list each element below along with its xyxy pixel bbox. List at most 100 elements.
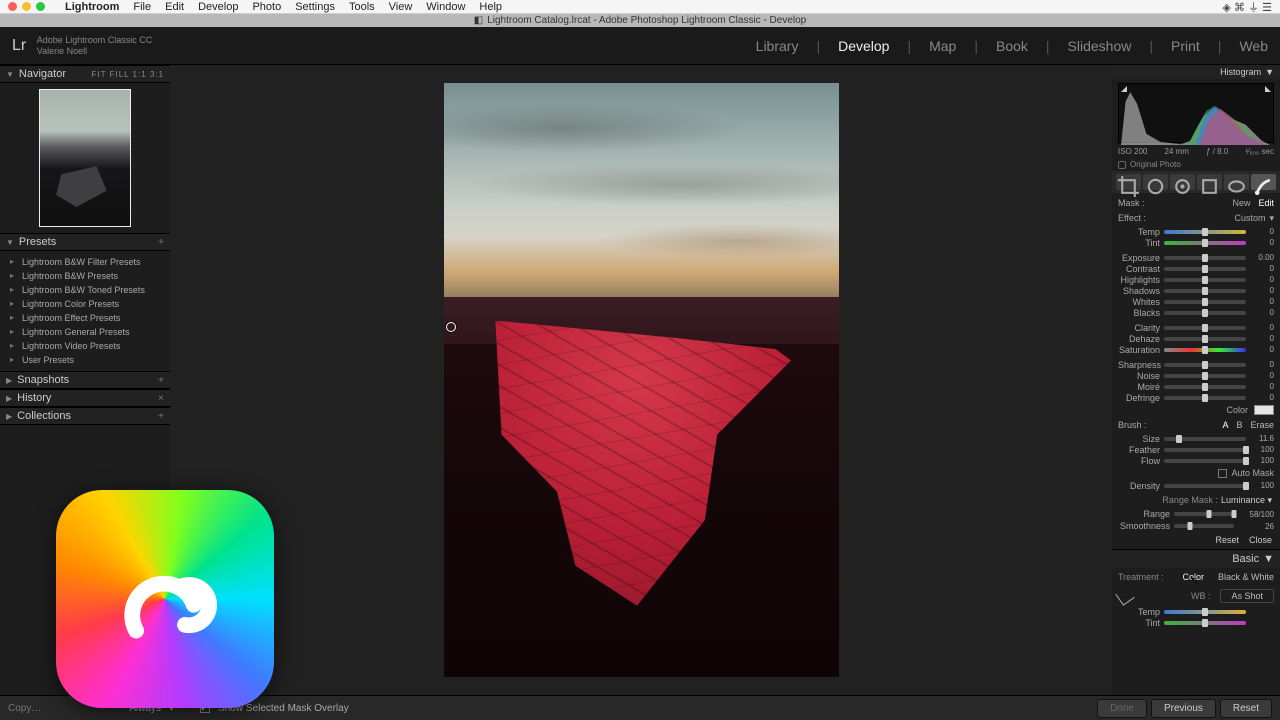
brush-tool-icon[interactable] xyxy=(1251,174,1276,190)
mask-edit[interactable]: Edit xyxy=(1258,198,1274,208)
traffic-min-icon[interactable] xyxy=(22,2,31,11)
traffic-close-icon[interactable] xyxy=(8,2,17,11)
slider-shadows[interactable] xyxy=(1164,289,1246,293)
menu-tools[interactable]: Tools xyxy=(349,1,375,13)
brush-size-slider[interactable] xyxy=(1164,437,1246,441)
original-photo-toggle[interactable]: Original Photo xyxy=(1112,158,1280,171)
module-library[interactable]: Library xyxy=(756,38,799,54)
slider-dehaze[interactable] xyxy=(1164,337,1246,341)
slider-clarity[interactable] xyxy=(1164,326,1246,330)
reset-button[interactable]: Reset xyxy=(1220,699,1272,718)
effect-value[interactable]: Custom xyxy=(1234,213,1265,224)
spot-tool-icon[interactable] xyxy=(1143,174,1168,190)
treatment-bw[interactable]: Black & White xyxy=(1218,572,1274,582)
module-web[interactable]: Web xyxy=(1239,38,1268,54)
navigator-thumbnail[interactable] xyxy=(39,89,131,227)
copy-button[interactable]: Copy… xyxy=(8,703,41,714)
slider-highlights[interactable] xyxy=(1164,278,1246,282)
product-name: Adobe Lightroom Classic CC xyxy=(37,35,153,46)
module-map[interactable]: Map xyxy=(929,38,956,54)
range-mask-smooth-slider[interactable] xyxy=(1174,524,1234,528)
preset-folder[interactable]: Lightroom B&W Filter Presets xyxy=(0,255,170,269)
preset-folder[interactable]: Lightroom B&W Toned Presets xyxy=(0,283,170,297)
menu-develop[interactable]: Develop xyxy=(198,1,238,13)
color-swatch-icon[interactable] xyxy=(1254,405,1274,415)
slider-moiré[interactable] xyxy=(1164,385,1246,389)
preset-folder[interactable]: User Presets xyxy=(0,353,170,367)
basic-panel-header[interactable]: Basic ▼ xyxy=(1112,549,1280,568)
hist-focal: 24 mm xyxy=(1164,147,1188,156)
brush-tab-b[interactable]: B xyxy=(1236,420,1242,430)
redeye-tool-icon[interactable] xyxy=(1170,174,1195,190)
slider-blacks[interactable] xyxy=(1164,311,1246,315)
preset-folder[interactable]: Lightroom Effect Presets xyxy=(0,311,170,325)
preset-folder[interactable]: Lightroom Color Presets xyxy=(0,297,170,311)
slider-tint[interactable] xyxy=(1164,241,1246,245)
menu-window[interactable]: Window xyxy=(426,1,465,13)
brush-tab-erase[interactable]: Erase xyxy=(1250,420,1274,430)
radial-tool-icon[interactable] xyxy=(1224,174,1249,190)
brush-pin-icon[interactable] xyxy=(446,322,456,332)
preset-list[interactable]: Lightroom B&W Filter PresetsLightroom B&… xyxy=(0,251,170,371)
brush-density-slider[interactable] xyxy=(1164,484,1246,488)
slider-contrast[interactable] xyxy=(1164,267,1246,271)
preset-folder[interactable]: Lightroom General Presets xyxy=(0,325,170,339)
done-button[interactable]: Done xyxy=(1097,699,1147,718)
menu-view[interactable]: View xyxy=(389,1,413,13)
treatment-color[interactable]: Color xyxy=(1182,572,1204,582)
menubar-app[interactable]: Lightroom xyxy=(65,1,119,13)
brush-color[interactable]: Color xyxy=(1112,403,1280,417)
previous-button[interactable]: Previous xyxy=(1151,699,1216,718)
menu-photo[interactable]: Photo xyxy=(252,1,281,13)
slider-temp[interactable] xyxy=(1164,230,1246,234)
mask-new[interactable]: New xyxy=(1232,198,1250,208)
navigator-sizes[interactable]: FIT FILL 1:1 3:1 xyxy=(92,70,164,79)
brush-feather-slider[interactable] xyxy=(1164,448,1246,452)
slider-exposure[interactable] xyxy=(1164,256,1246,260)
auto-mask[interactable]: Auto Mask xyxy=(1112,466,1280,480)
menu-settings[interactable]: Settings xyxy=(295,1,335,13)
brush-flow-slider[interactable] xyxy=(1164,459,1246,463)
wb-dropper-icon[interactable] xyxy=(1115,586,1134,605)
histogram[interactable] xyxy=(1118,83,1274,143)
local-adjustment-toolstrip xyxy=(1112,171,1280,193)
slider-noise[interactable] xyxy=(1164,374,1246,378)
histogram-header[interactable]: Histogram ▼ xyxy=(1112,65,1280,79)
snapshots-header[interactable]: ▶Snapshots+ xyxy=(0,371,170,389)
brush-reset[interactable]: Reset xyxy=(1215,535,1239,545)
preset-folder[interactable]: Lightroom Video Presets xyxy=(0,339,170,353)
crop-tool-icon[interactable] xyxy=(1116,174,1141,190)
document-titlebar: ◧Lightroom Catalog.lrcat - Adobe Photosh… xyxy=(0,14,1280,27)
brush-tab-a[interactable]: A xyxy=(1222,420,1228,430)
hist-aperture: ƒ / 8.0 xyxy=(1206,147,1228,156)
module-print[interactable]: Print xyxy=(1171,38,1200,54)
range-mask-mode[interactable]: Luminance xyxy=(1221,495,1265,505)
wb-preset[interactable]: As Shot xyxy=(1220,589,1274,603)
brush-label: Brush : xyxy=(1118,420,1147,430)
slider-sharpness[interactable] xyxy=(1164,363,1246,367)
preset-folder[interactable]: Lightroom B&W Presets xyxy=(0,269,170,283)
menu-edit[interactable]: Edit xyxy=(165,1,184,13)
slider-saturation[interactable] xyxy=(1164,348,1246,352)
navigator-header[interactable]: ▼Navigator FIT FILL 1:1 3:1 xyxy=(0,65,170,83)
menu-help[interactable]: Help xyxy=(479,1,502,13)
history-header[interactable]: ▶History× xyxy=(0,389,170,407)
traffic-zoom-icon[interactable] xyxy=(36,2,45,11)
module-slideshow[interactable]: Slideshow xyxy=(1068,38,1132,54)
menu-file[interactable]: File xyxy=(133,1,151,13)
module-book[interactable]: Book xyxy=(996,38,1028,54)
basic-temp-slider[interactable] xyxy=(1164,610,1246,614)
module-picker[interactable]: Library| Develop| Map| Book| Slideshow| … xyxy=(756,38,1268,54)
brush-close[interactable]: Close xyxy=(1249,535,1272,545)
collections-header[interactable]: ▶Collections+ xyxy=(0,407,170,425)
slider-whites[interactable] xyxy=(1164,300,1246,304)
basic-tint-slider[interactable] xyxy=(1164,621,1246,625)
photo-canvas[interactable] xyxy=(444,83,839,677)
slider-defringe[interactable] xyxy=(1164,396,1246,400)
module-develop[interactable]: Develop xyxy=(838,38,889,54)
range-mask-range-slider[interactable] xyxy=(1174,512,1234,516)
mask-label: Mask : xyxy=(1118,198,1145,208)
mac-menubar: Lightroom File Edit Develop Photo Settin… xyxy=(0,0,1280,14)
gradient-tool-icon[interactable] xyxy=(1197,174,1222,190)
presets-header[interactable]: ▼Presets+ xyxy=(0,233,170,251)
